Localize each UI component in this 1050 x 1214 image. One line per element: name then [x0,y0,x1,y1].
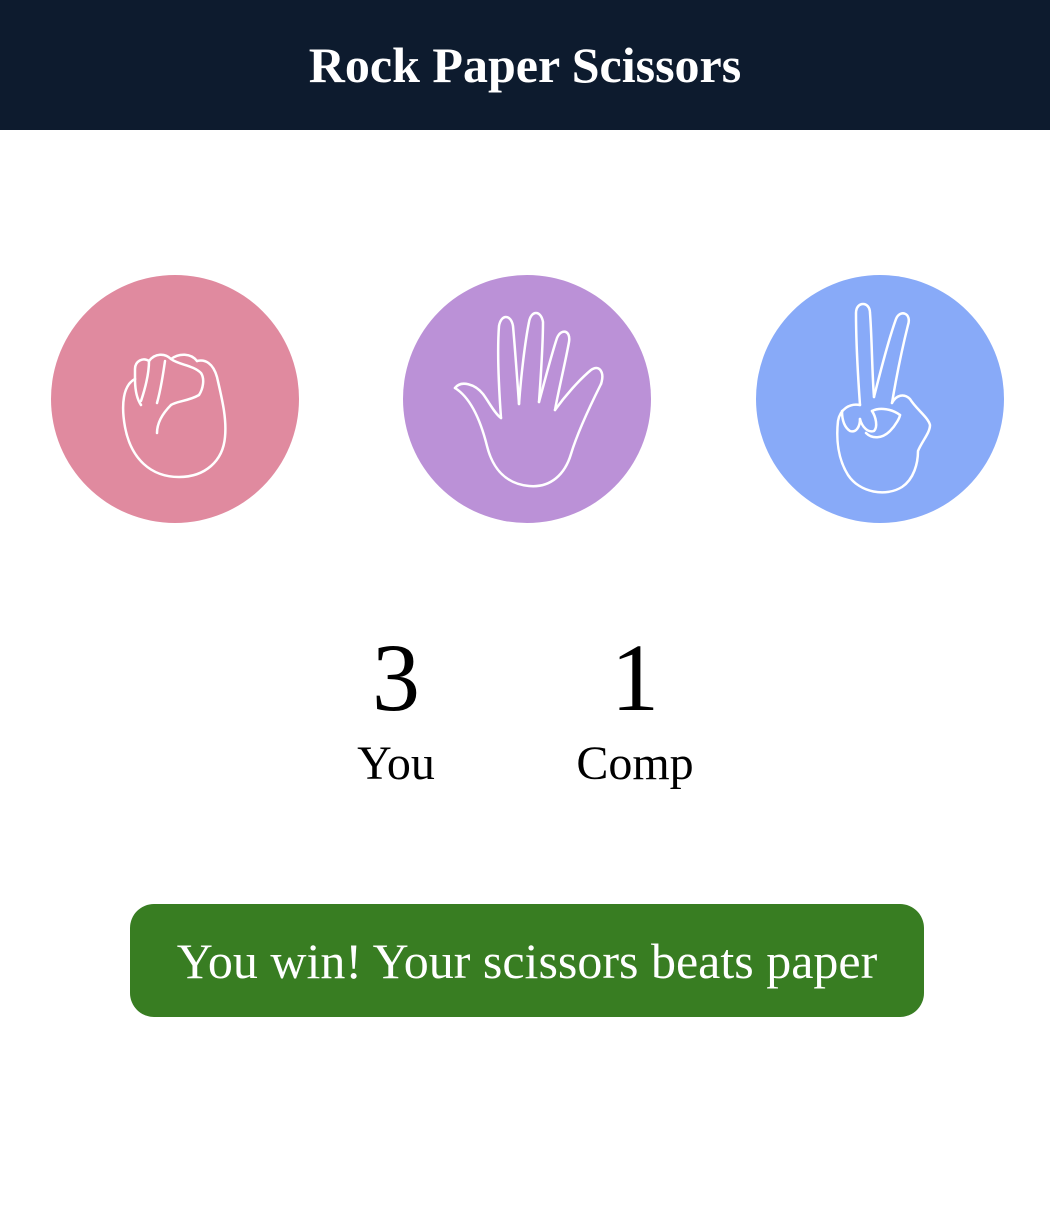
comp-score: 1 Comp [555,628,715,794]
user-score-value: 3 [372,624,420,731]
page-title: Rock Paper Scissors [308,37,742,93]
scissors-choice-button[interactable] [756,275,1004,523]
fist-icon [121,353,227,479]
comp-score-value: 1 [611,624,659,731]
result-message: You win! Your scissors beats paper [130,904,924,1017]
open-hand-icon [453,311,604,488]
comp-score-label: Comp [576,737,694,790]
user-score-label: You [357,737,435,790]
peace-hand-icon [836,302,932,494]
rock-choice-button[interactable] [51,275,299,523]
header-bar: Rock Paper Scissors [0,0,1050,130]
paper-choice-button[interactable] [403,275,651,523]
user-score: 3 You [336,628,456,794]
